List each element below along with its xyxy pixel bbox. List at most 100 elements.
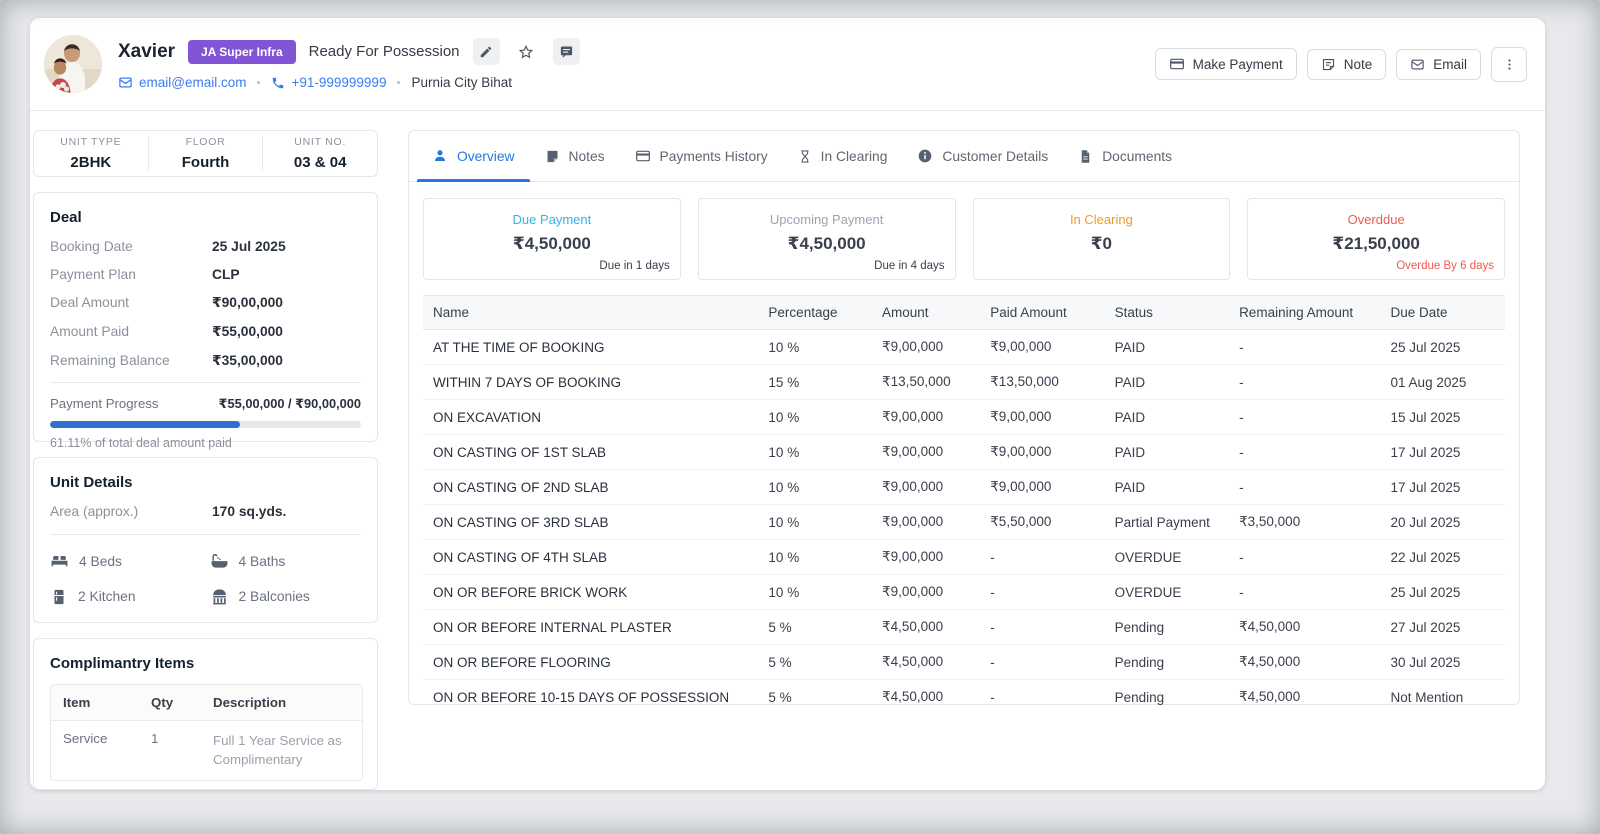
overdue-card: Overddue ₹21,50,000 Overdue By 6 days (1247, 198, 1505, 280)
person-icon (435, 150, 445, 161)
edit-button[interactable] (472, 38, 500, 65)
possession-status: Ready For Possession (308, 43, 460, 60)
favorite-button[interactable] (513, 38, 540, 65)
complimentary-row: Service 1 Full 1 Year Service as Complim… (51, 721, 362, 780)
paid-amount-header: Paid Amount (980, 295, 1105, 330)
qty-header: Qty (151, 695, 174, 710)
email-link[interactable]: email@email.com (118, 75, 246, 90)
upcoming-payment-card: Upcoming Payment ₹4,50,000 Due in 4 days (697, 198, 956, 280)
complimentary-table: Item Qty Description Service 1 Full 1 Ye… (50, 684, 363, 781)
item-header: Item (63, 695, 91, 710)
phone-icon (273, 77, 284, 88)
area-label: Area (approx.) (50, 504, 139, 519)
payment-row[interactable]: ON CASTING OF 4TH SLAB 10 % ₹9,00,000 - … (423, 539, 1505, 575)
card-icon (1169, 58, 1184, 70)
due-payment-title: Due Payment (512, 212, 592, 227)
tab-overview[interactable]: Overview (417, 131, 530, 182)
tab-customer-details[interactable]: Customer Details (902, 131, 1063, 181)
tab-payments-history[interactable]: Payments History (620, 131, 783, 181)
tab-in-clearing[interactable]: In Clearing (783, 131, 903, 181)
note-icon (547, 150, 557, 162)
envelope-icon (1411, 59, 1424, 69)
unit-no-label: UNIT NO. (294, 136, 347, 148)
due-payment-note: Due in 1 days (599, 260, 670, 272)
status-badge: PAID (1104, 364, 1230, 400)
document-icon (1081, 149, 1090, 163)
note-button[interactable]: Note (1306, 48, 1387, 80)
payment-row[interactable]: ON OR BEFORE INTERNAL PLASTER 5 % ₹4,50,… (423, 609, 1505, 645)
unit-no-cell: UNIT NO. 03 & 04 (262, 136, 377, 171)
pencil-icon (480, 46, 492, 57)
remaining-balance-label: Remaining Balance (50, 353, 170, 368)
in-clearing-title: In Clearing (1069, 212, 1133, 227)
payment-row[interactable]: ON CASTING OF 2ND SLAB 10 % ₹9,00,000 ₹9… (423, 469, 1505, 505)
kitchen-feature: 2 Kitchen (50, 587, 202, 606)
make-payment-button[interactable]: Make Payment (1154, 48, 1297, 80)
payment-row[interactable]: ON CASTING OF 1ST SLAB 10 % ₹9,00,000 ₹9… (423, 434, 1505, 470)
payment-progress-row: Payment Progress ₹55,00,000 / ₹90,00,000 (50, 382, 361, 412)
payment-plan-value: CLP (212, 267, 240, 282)
payment-progress-value: ₹55,00,000 / ₹90,00,000 (218, 396, 361, 411)
due-date-header: Due Date (1380, 295, 1505, 330)
booking-date-label: Booking Date (50, 239, 133, 254)
payment-row[interactable]: ON CASTING OF 3RD SLAB 10 % ₹9,00,000 ₹5… (423, 504, 1505, 540)
payment-row[interactable]: ON EXCAVATION 10 % ₹9,00,000 ₹9,00,000 P… (423, 399, 1505, 435)
tab-overview-label: Overview (457, 148, 515, 164)
area-value: 170 sq.yds. (212, 504, 287, 519)
description-header: Description (213, 695, 287, 710)
payment-summary-row: Due Payment ₹4,50,000 Due in 1 days Upco… (423, 198, 1505, 280)
tab-bar: Overview Notes Payments History In Clear… (409, 131, 1519, 182)
status-header: Status (1104, 295, 1230, 330)
deal-amount-value: ₹90,00,000 (212, 295, 283, 310)
phone-link[interactable]: +91-999999999 (271, 75, 386, 90)
customer-detail-panel: Xavier JA Super Infra Ready For Possessi… (30, 18, 1545, 790)
hourglass-icon (801, 149, 809, 163)
comment-button[interactable] (552, 38, 580, 65)
make-payment-label: Make Payment (1192, 56, 1283, 72)
balconies-feature: 2 Balconies (210, 587, 362, 606)
payment-row[interactable]: ON OR BEFORE BRICK WORK 10 % ₹9,00,000 -… (423, 574, 1505, 610)
email-text: email@email.com (139, 75, 247, 90)
avatar-photo (44, 35, 102, 93)
floor-label: FLOOR (185, 136, 226, 148)
upcoming-payment-title: Upcoming Payment (769, 212, 884, 227)
payment-row[interactable]: ON OR BEFORE 10-15 DAYS OF POSSESSION 5 … (423, 680, 1505, 715)
complimentary-items-card: Complimantry Items Item Qty Description … (33, 638, 378, 790)
percentage-header: Percentage (758, 295, 873, 330)
payment-plan-label: Payment Plan (50, 267, 136, 282)
email-button[interactable]: Email (1396, 48, 1481, 80)
unit-type-label: UNIT TYPE (60, 136, 122, 148)
progress-note: 61.11% of total deal amount paid (50, 436, 232, 450)
payment-row[interactable]: WITHIN 7 DAYS OF BOOKING 15 % ₹13,50,000… (423, 364, 1505, 400)
customer-header: Xavier JA Super Infra Ready For Possessi… (30, 18, 1545, 111)
deal-row: Booking Date 25 Jul 2025 (50, 239, 361, 254)
note-icon (1322, 58, 1334, 70)
payment-row[interactable]: AT THE TIME OF BOOKING 10 % ₹9,00,000 ₹9… (423, 329, 1505, 365)
item-cell: Service (63, 731, 108, 746)
tab-documents[interactable]: Documents (1063, 131, 1187, 181)
customer-location: Purnia City Bihat (411, 75, 512, 90)
deal-row: Remaining Balance ₹35,00,000 (50, 353, 361, 369)
amount-header: Amount (872, 295, 981, 330)
payment-schedule-table: Name Percentage Amount Paid Amount Statu… (423, 295, 1505, 714)
kitchen-label: 2 Kitchen (78, 589, 136, 604)
bath-icon (211, 554, 227, 568)
payment-row[interactable]: ON OR BEFORE FLOORING 5 % ₹4,50,000 - Pe… (423, 644, 1505, 680)
tab-notes[interactable]: Notes (530, 131, 620, 181)
unit-type-value: 2BHK (70, 154, 112, 171)
complimentary-title: Complimantry Items (50, 655, 195, 672)
upcoming-payment-note: Due in 4 days (874, 260, 945, 272)
email-label: Email (1433, 56, 1467, 72)
area-row: Area (approx.) 170 sq.yds. (50, 504, 361, 519)
more-actions-button[interactable] (1491, 46, 1527, 82)
floor-cell: FLOOR Fourth (147, 136, 263, 171)
table-header-row: Name Percentage Amount Paid Amount Statu… (423, 295, 1505, 330)
deal-row: Deal Amount ₹90,00,000 (50, 295, 361, 311)
sidebar: UNIT TYPE 2BHK FLOOR Fourth UNIT NO. 03 … (33, 130, 378, 790)
star-icon (518, 44, 534, 59)
overdue-title: Overddue (1347, 212, 1405, 227)
customer-name: Xavier (118, 40, 176, 62)
tab-documents-label: Documents (1102, 148, 1172, 164)
status-badge: PAID (1104, 399, 1230, 435)
progress-bar-track (50, 421, 361, 428)
